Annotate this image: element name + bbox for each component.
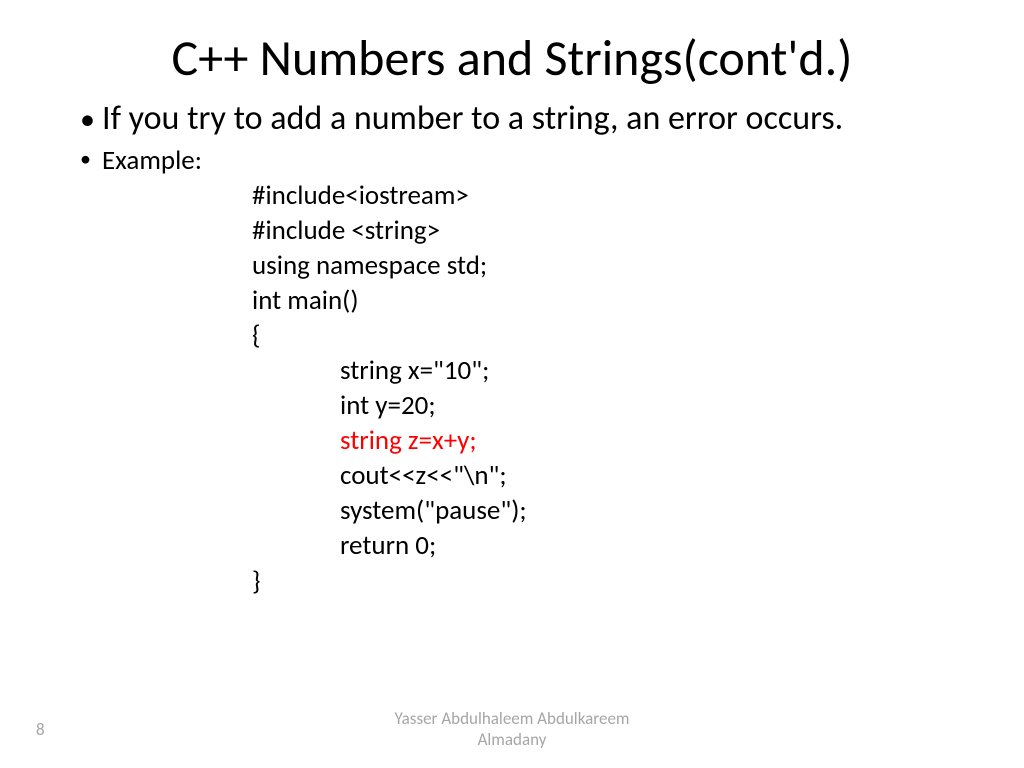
code-block: #include<iostream> #include <string> usi…	[252, 178, 954, 599]
code-line: #include <string>	[252, 213, 954, 248]
slide: C++ Numbers and Strings(cont'd.) If you …	[0, 0, 1024, 768]
footer-author-line1: Yasser Abdulhaleem Abdulkareem	[0, 708, 1024, 729]
bullet-item-2-label: Example:	[102, 144, 202, 177]
bullet-item-1: If you try to add a number to a string, …	[70, 99, 954, 140]
code-line: string x="10";	[340, 353, 954, 388]
code-line: {	[252, 318, 954, 353]
code-line-error: string z=x+y;	[340, 423, 954, 458]
code-line: int main()	[252, 283, 954, 318]
code-line: int y=20;	[340, 388, 954, 423]
code-line: cout<<z<<"\n";	[340, 458, 954, 493]
footer-author-line2: Almadany	[0, 729, 1024, 750]
bullet-list: If you try to add a number to a string, …	[70, 99, 954, 599]
bullet-item-2: Example: #include<iostream> #include <st…	[70, 144, 954, 599]
footer-author: Yasser Abdulhaleem Abdulkareem Almadany	[0, 708, 1024, 751]
slide-title: C++ Numbers and Strings(cont'd.)	[70, 28, 954, 89]
code-line: system("pause");	[340, 493, 954, 528]
footer-page-number: 8	[36, 719, 45, 740]
code-line: using namespace std;	[252, 248, 954, 283]
code-inner-block: string x="10"; int y=20; string z=x+y; c…	[340, 353, 954, 564]
code-line: return 0;	[340, 528, 954, 563]
code-line: }	[252, 564, 954, 599]
code-line: #include<iostream>	[252, 178, 954, 213]
